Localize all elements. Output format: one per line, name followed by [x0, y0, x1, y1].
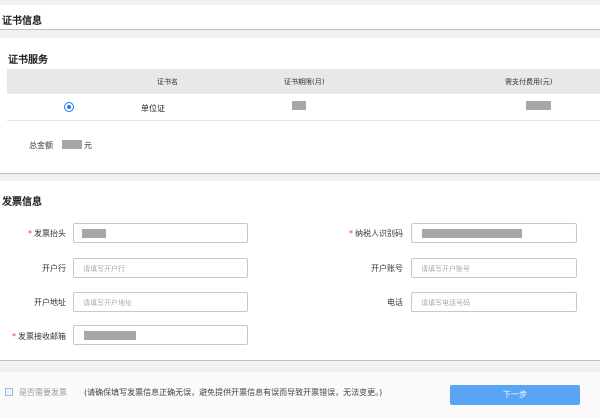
email-redacted [84, 331, 136, 340]
bank-label: 开户行 [42, 264, 66, 273]
email-input[interactable] [73, 325, 248, 345]
tax-id-redacted [422, 229, 522, 238]
total-amount-unit: 元 [84, 141, 92, 150]
total-amount-label: 总金额 [29, 141, 53, 150]
account-label: 开户账号 [371, 264, 403, 273]
cert-info-title: 证书信息 [2, 16, 42, 27]
table-row[interactable]: 单位证 [7, 94, 600, 121]
cert-name-cell: 单位证 [141, 104, 165, 113]
invoice-header-input[interactable] [73, 223, 248, 243]
col-cert-name: 证书名 [157, 78, 178, 86]
cert-fee-redacted [526, 101, 551, 110]
invoice-notice: (请确保填写发票信息正确无误，避免提供开票信息有误而导致开票错误，无法变更。) [84, 388, 383, 397]
tax-id-label: * 纳税人识别码 [349, 229, 403, 238]
cert-select-radio[interactable] [64, 102, 74, 112]
required-mark: * [28, 229, 32, 238]
invoice-panel: 发票信息 * 发票抬头 * 纳税人识别码 开户行 请填写开户行 开户账号 请填写开户… [0, 181, 600, 361]
total-amount-redacted [62, 140, 82, 149]
need-invoice-checkbox[interactable] [5, 388, 13, 396]
invoice-title: 发票信息 [2, 197, 42, 208]
cert-info-panel: 证书信息 [0, 5, 600, 30]
need-invoice-label[interactable]: 是否需要发票 [19, 387, 67, 398]
required-mark: * [349, 229, 353, 238]
email-label: * 发票接收邮箱 [12, 332, 66, 341]
col-cert-fee: 需支付费用(元) [505, 78, 553, 86]
address-label: 开户地址 [34, 298, 66, 307]
phone-input[interactable]: 请填写电话号码 [411, 292, 577, 312]
cert-table-header: 证书名 证书期限(月) 需支付费用(元) [7, 69, 600, 94]
cert-period-redacted [292, 101, 306, 110]
col-cert-period: 证书期限(月) [284, 78, 325, 86]
account-input[interactable]: 请填写开户账号 [411, 258, 577, 278]
invoice-header-label: * 发票抬头 [28, 229, 66, 238]
next-step-button[interactable]: 下一步 [450, 385, 580, 405]
invoice-header-redacted [82, 229, 106, 238]
phone-label: 电话 [387, 298, 403, 307]
footer-bar: 是否需要发票 (请确保填写发票信息正确无误，避免提供开票信息有误而导致开票错误，… [0, 372, 600, 418]
required-mark: * [12, 332, 16, 341]
tax-id-input[interactable] [411, 223, 577, 243]
address-input[interactable]: 请填写开户地址 [73, 292, 248, 312]
cert-service-panel: 证书服务 证书名 证书期限(月) 需支付费用(元) 单位证 总金额 元 [0, 38, 600, 174]
bank-input[interactable]: 请填写开户行 [73, 258, 248, 278]
cert-service-title: 证书服务 [8, 55, 48, 66]
